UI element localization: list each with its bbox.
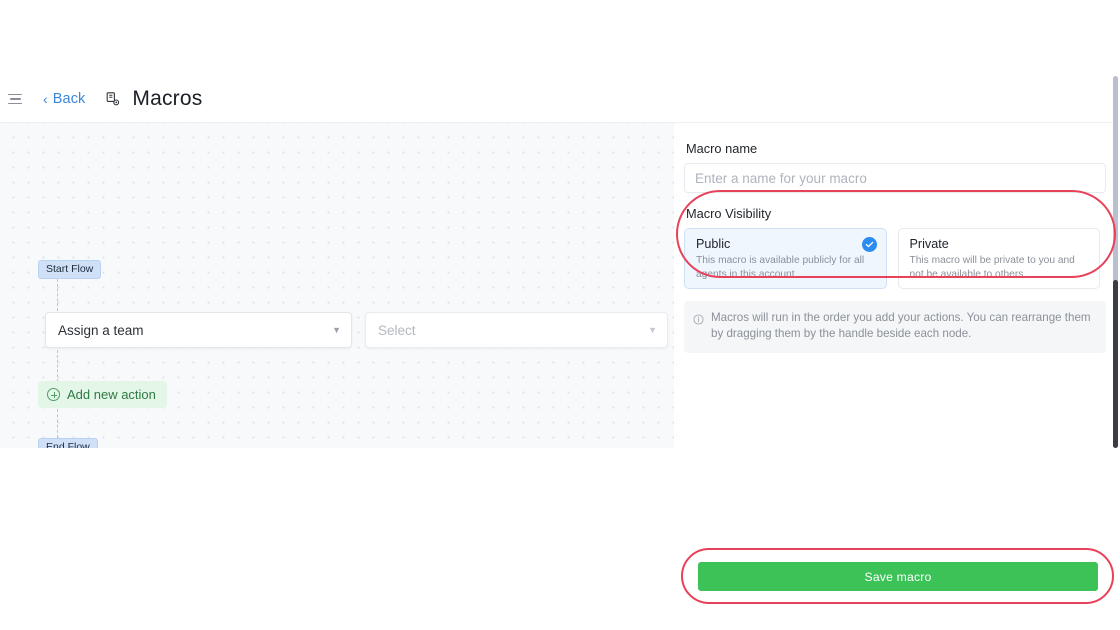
back-label: Back (52, 91, 86, 107)
visibility-option-public[interactable]: Public This macro is available publicly … (684, 228, 887, 289)
back-button[interactable]: ‹ Back (43, 91, 85, 107)
flow-canvas[interactable]: Start Flow Assign a team ▼ Select ▼ Add … (0, 123, 674, 448)
action-target-placeholder: Select (378, 322, 416, 338)
chevron-down-icon: ▼ (332, 324, 341, 335)
connector-line (57, 350, 58, 382)
check-circle-icon (861, 237, 877, 252)
connector-line (57, 279, 58, 311)
add-new-action-button[interactable]: Add new action (38, 381, 167, 408)
visibility-private-title: Private (909, 237, 949, 251)
connector-line (57, 409, 58, 438)
visibility-private-description: This macro will be private to you and no… (909, 255, 1075, 280)
visibility-public-description: This macro is available publicly for all… (696, 255, 865, 280)
macro-hint-box: Macros will run in the order you add you… (684, 301, 1106, 353)
info-circle-icon (693, 312, 704, 343)
save-macro-button[interactable]: Save macro (698, 562, 1098, 591)
action-type-value: Assign a team (58, 322, 144, 338)
macro-settings-panel: Macro name Macro Visibility Public This … (674, 123, 1112, 448)
hamburger-menu-icon[interactable] (8, 93, 24, 105)
page-header: ‹ Back Macros (0, 76, 1112, 123)
macro-name-input[interactable] (684, 163, 1106, 193)
visibility-option-private[interactable]: Private This macro will be private to yo… (897, 228, 1100, 289)
plus-circle-icon (47, 388, 60, 401)
chevron-left-icon: ‹ (43, 91, 48, 107)
page-title: Macros (132, 87, 203, 110)
visibility-public-title: Public (696, 237, 731, 251)
macro-flow-icon (105, 91, 121, 107)
add-new-action-label: Add new action (67, 387, 156, 402)
action-type-select[interactable]: Assign a team ▼ (45, 312, 352, 348)
page-scrollbar-thumb-active[interactable] (1113, 280, 1118, 448)
macro-hint-text: Macros will run in the order you add you… (711, 311, 1091, 341)
start-flow-badge: Start Flow (38, 260, 102, 280)
macro-name-label: Macro name (686, 141, 758, 156)
end-flow-badge: End Flow (38, 438, 98, 448)
visibility-options: Public This macro is available publicly … (684, 228, 1100, 289)
macros-editor-page: ‹ Back Macros Start Flow Assign a team ▼… (0, 0, 1120, 630)
action-target-select[interactable]: Select ▼ (365, 312, 668, 348)
action-node: Assign a team ▼ Select ▼ (45, 312, 668, 348)
macro-visibility-label: Macro Visibility (686, 206, 772, 221)
chevron-down-icon: ▼ (648, 324, 657, 335)
